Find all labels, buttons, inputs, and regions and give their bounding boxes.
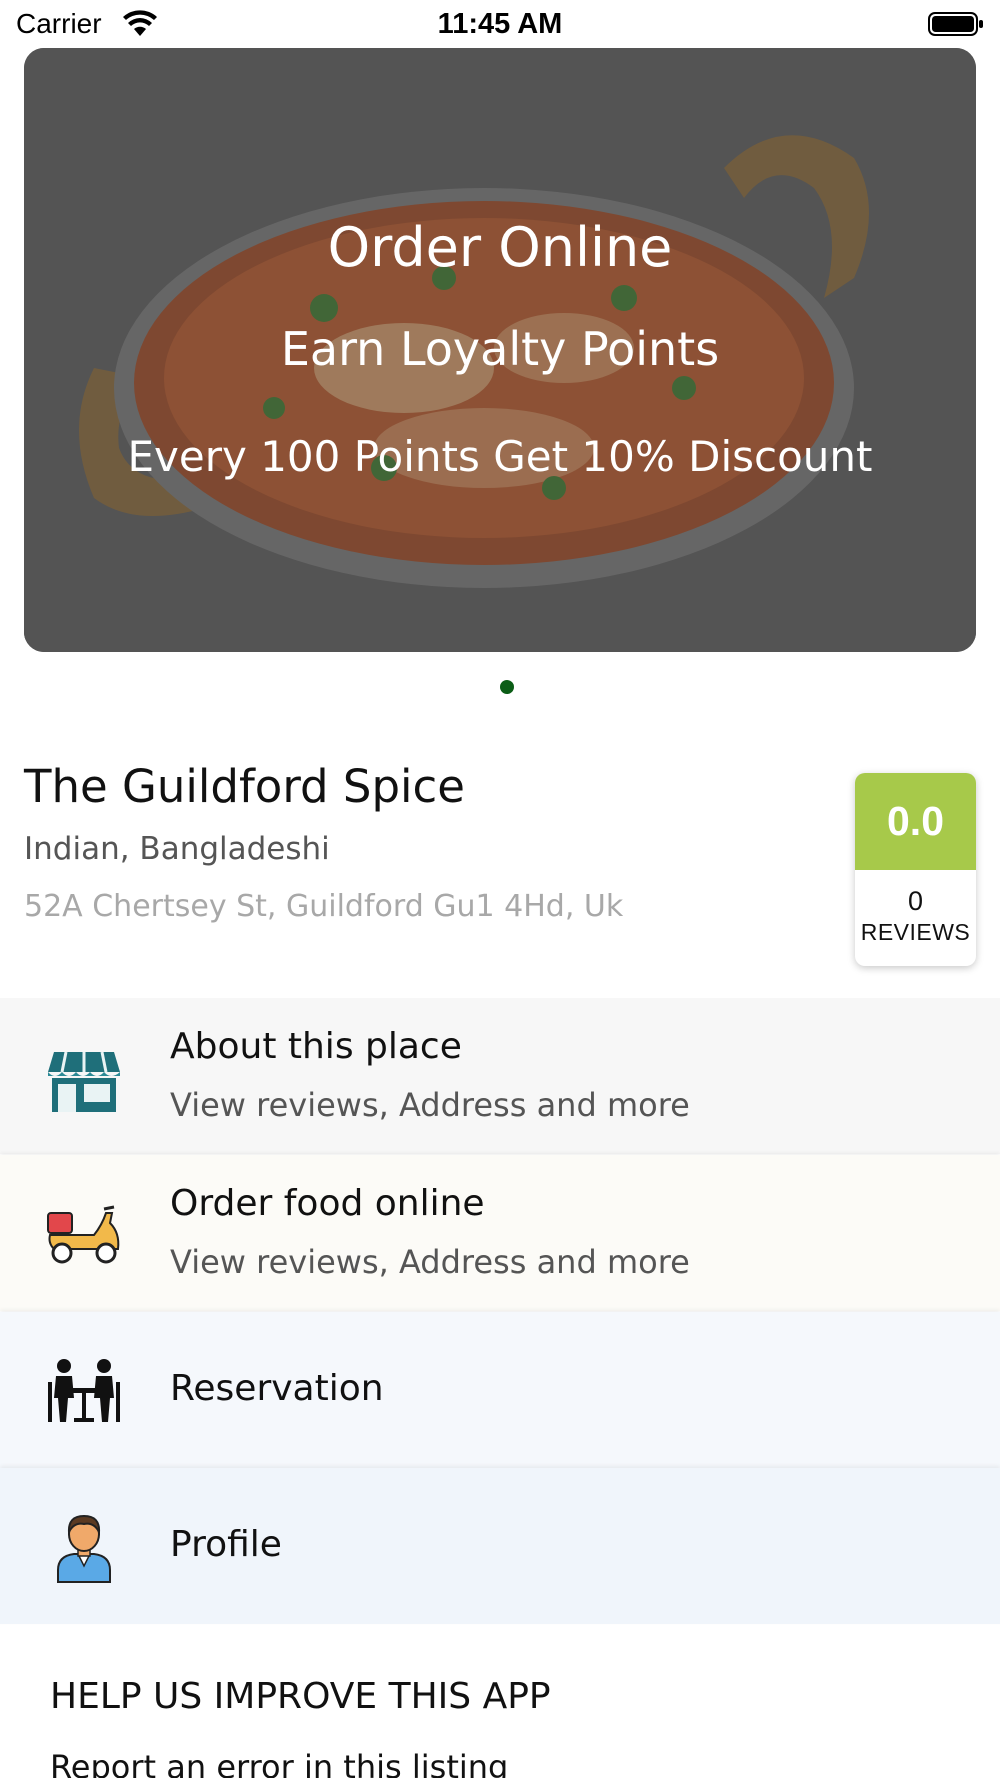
- promo-banner[interactable]: Order Online Earn Loyalty Points Every 1…: [24, 48, 976, 652]
- pager-dot-active[interactable]: [500, 680, 514, 694]
- order-title: Order food online: [170, 1183, 485, 1224]
- banner-subtitle: Earn Loyalty Points: [280, 322, 720, 376]
- storefront-icon: [48, 1051, 120, 1112]
- rating-score: 0.0: [855, 773, 976, 870]
- reservation-title: Reservation: [170, 1368, 384, 1409]
- banner-pager[interactable]: [0, 680, 1000, 696]
- status-bar: Carrier 11:45 AM: [0, 0, 1000, 48]
- menu-item-about[interactable]: About this place View reviews, Address a…: [0, 998, 1000, 1154]
- rating-card[interactable]: 0.0 0 REVIEWS: [855, 773, 976, 966]
- menu-item-profile[interactable]: Profile: [0, 1468, 1000, 1624]
- dining-table-icon: [48, 1359, 120, 1422]
- cuisine-label: Indian, Bangladeshi: [24, 831, 330, 867]
- about-title: About this place: [170, 1026, 462, 1067]
- about-subtitle: View reviews, Address and more: [170, 1086, 690, 1124]
- order-subtitle: View reviews, Address and more: [170, 1243, 690, 1281]
- restaurant-name: The Guildford Spice: [24, 760, 465, 813]
- address-label: 52A Chertsey St, Guildford Gu1 4Hd, Uk: [24, 889, 624, 924]
- profile-title: Profile: [170, 1524, 282, 1565]
- banner-promo: Every 100 Points Get 10% Discount: [127, 432, 873, 481]
- reviews-label: REVIEWS: [860, 919, 971, 945]
- menu-item-reservation[interactable]: Reservation: [0, 1312, 1000, 1468]
- restaurant-info: The Guildford Spice Indian, Bangladeshi …: [24, 760, 824, 924]
- help-section-title: HELP US IMPROVE THIS APP: [50, 1676, 551, 1717]
- delivery-scooter-icon: [47, 1205, 120, 1264]
- battery-icon: [928, 12, 983, 36]
- review-count: 0: [907, 886, 924, 916]
- report-error-link[interactable]: Report an error in this listing: [50, 1748, 508, 1778]
- clock: 11:45 AM: [437, 8, 563, 40]
- banner-title: Order Online: [327, 216, 673, 279]
- menu-item-order-online[interactable]: Order food online View reviews, Address …: [0, 1155, 1000, 1311]
- user-avatar-icon: [57, 1514, 111, 1583]
